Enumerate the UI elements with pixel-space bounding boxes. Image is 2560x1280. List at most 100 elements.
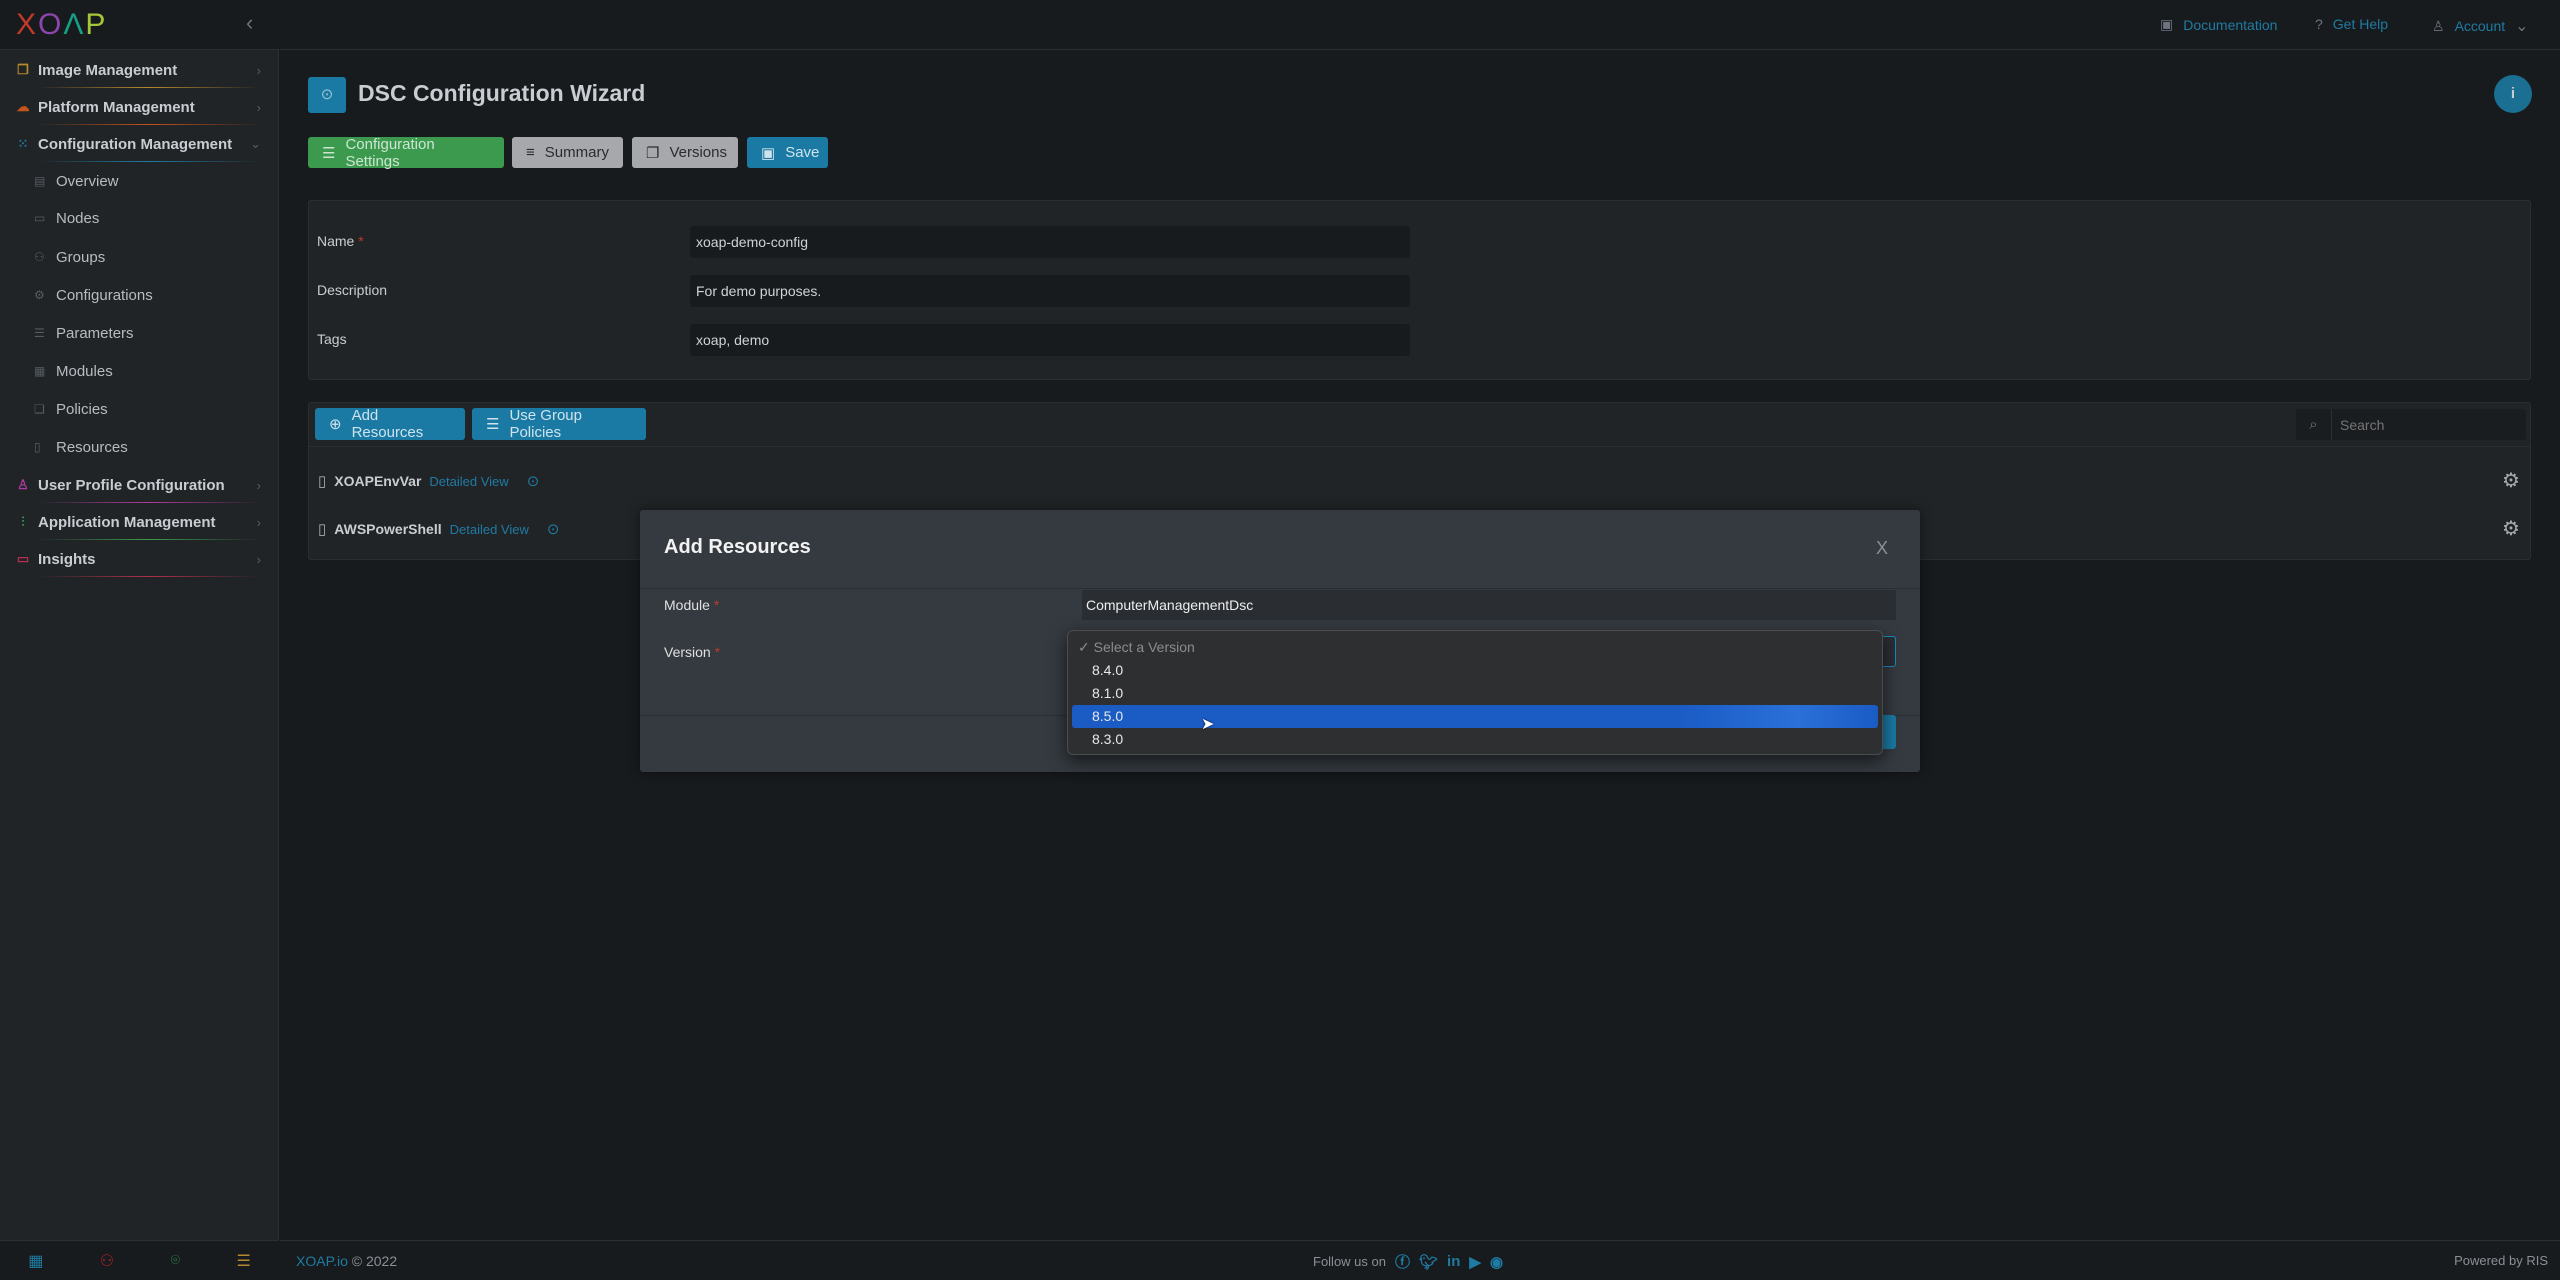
cloud-icon: ☁ (16, 99, 30, 114)
back-button[interactable]: ⊙ (308, 77, 346, 113)
chevron-circle-icon[interactable]: ⊙ (547, 520, 560, 538)
twitter-icon[interactable]: 🐦︎ (1419, 1253, 1438, 1271)
dashboard-icon[interactable]: ▦ (28, 1251, 43, 1271)
xoap-link[interactable]: XOAP.io (296, 1253, 348, 1269)
tab-versions[interactable]: ❐ Versions (632, 137, 738, 168)
add-resources-button[interactable]: ⊕ Add Resources (315, 407, 465, 441)
dropdown-option[interactable]: 8.1.0 (1072, 682, 1878, 705)
sidebar-item-policies[interactable]: ❏ Policies (0, 392, 279, 426)
powered-by: Powered by RIS (2454, 1253, 2548, 1268)
dropdown-option[interactable]: 8.3.0 (1072, 728, 1878, 751)
sidebar-item-label: Overview (56, 172, 119, 190)
sidebar-item-image-management[interactable]: ❐ Image Management › (0, 52, 279, 88)
list-icon: ☰ (34, 326, 45, 340)
copy-icon: ❐ (646, 144, 660, 162)
divider (38, 576, 259, 577)
account-label: Account (2454, 18, 2506, 34)
use-group-policies-button[interactable]: ☰ Use Group Policies (472, 407, 646, 441)
sidebar-item-label: Configurations (56, 286, 153, 304)
sidebar-item-parameters[interactable]: ☰ Parameters (0, 316, 279, 350)
logo-bar: XOΛP ‹ (0, 0, 279, 50)
detailed-view-link[interactable]: Detailed View (450, 522, 529, 537)
sidebar-item-label: Modules (56, 362, 113, 380)
description-input[interactable]: For demo purposes. (690, 275, 1410, 307)
sitemap-icon: ⫶ (21, 514, 25, 529)
search-input[interactable] (2332, 409, 2526, 440)
copyright: XOAP.io © 2022 (296, 1253, 398, 1269)
chevron-right-icon: › (256, 551, 261, 567)
sidebar-item-nodes[interactable]: ▭ Nodes (0, 201, 279, 235)
sidebar-item-resources[interactable]: ▯ Resources (0, 430, 279, 464)
images-icon: ❐ (17, 62, 29, 77)
save-button[interactable]: ▣ Save (747, 137, 828, 168)
name-label: Name * (317, 233, 364, 249)
file-icon: ▯ (34, 440, 41, 454)
gear-icon[interactable]: ⚙ (2502, 516, 2520, 541)
sidebar-bottom-bar: ▦ ⚇ ⌾ ☰ (0, 1240, 279, 1280)
collapse-sidebar-icon[interactable]: ‹ (246, 10, 253, 36)
dropdown-option-highlighted[interactable]: 8.5.0 (1072, 705, 1878, 728)
info-button[interactable]: i (2494, 75, 2532, 113)
account-menu[interactable]: ♙ Account ⌄ (2432, 16, 2529, 36)
sidebar-item-label: Configuration Management (38, 135, 233, 153)
help-bubble-icon: ? (2315, 16, 2323, 32)
dropdown-option-placeholder[interactable]: ✓ Select a Version (1072, 636, 1878, 659)
divider (38, 87, 259, 88)
search-icon: ⌕ (2296, 409, 2332, 440)
sidebar-item-label: Groups (56, 248, 106, 266)
sidebar-item-label: Resources (56, 438, 128, 456)
divider (309, 446, 2530, 447)
tags-input[interactable]: xoap, demo (690, 324, 1410, 356)
sidebar-item-user-profile-configuration[interactable]: ♙ User Profile Configuration › (0, 467, 279, 503)
sidebar-item-label: Nodes (56, 209, 100, 227)
resource-name: XOAPEnvVar (334, 473, 422, 489)
sidebar-item-application-management[interactable]: ⫶ Application Management › (0, 504, 279, 540)
sidebar-item-groups[interactable]: ⚇ Groups (0, 240, 279, 274)
documentation-link[interactable]: ▣ Documentation (2160, 16, 2277, 33)
sidebar-item-insights[interactable]: ▭ Insights › (0, 541, 279, 577)
layout-icon: ▤ (34, 174, 46, 188)
module-input[interactable]: ComputerManagementDsc (1082, 590, 1896, 620)
tab-configuration-settings[interactable]: ☰ Configuration Settings (308, 136, 504, 170)
xoap-logo[interactable]: XOΛP (16, 8, 107, 42)
linkedin-icon[interactable]: in (1447, 1253, 1460, 1270)
tags-label: Tags (317, 331, 347, 347)
tab-summary[interactable]: ≡ Summary (512, 137, 623, 168)
sidebar-item-label: Parameters (56, 324, 134, 342)
location-pin-icon[interactable]: ⌾ (170, 1252, 180, 1270)
modal-title: Add Resources (664, 536, 811, 558)
resource-row: ▯ AWSPowerShell Detailed View ⊙ (318, 520, 559, 538)
users-icon: ⚇ (34, 250, 45, 264)
footer: XOAP.io © 2022 Follow us on ⓕ 🐦︎ in ▶ ◉ … (280, 1240, 2560, 1280)
users-icon[interactable]: ⚇ (100, 1251, 114, 1271)
social-links: Follow us on ⓕ 🐦︎ in ▶ ◉ (1313, 1251, 1503, 1272)
detailed-view-link[interactable]: Detailed View (429, 474, 508, 489)
tab-label: Summary (544, 144, 609, 161)
sidebar-item-label: Policies (56, 400, 108, 418)
facebook-icon[interactable]: ⓕ (1395, 1251, 1410, 1272)
chevron-right-icon: › (256, 477, 261, 493)
get-help-link[interactable]: ? Get Help (2315, 16, 2388, 32)
sidebar-item-configurations[interactable]: ⚙ Configurations (0, 278, 279, 312)
resource-row: ▯ XOAPEnvVar Detailed View ⊙ (318, 472, 539, 490)
sidebar-item-platform-management[interactable]: ☁ Platform Management › (0, 89, 279, 125)
sidebar-item-label: Insights (38, 550, 96, 568)
version-label: Version * (664, 644, 721, 660)
name-input[interactable]: xoap-demo-config (690, 226, 1410, 258)
list-icon[interactable]: ☰ (236, 1251, 250, 1271)
youtube-icon[interactable]: ▶ (1469, 1253, 1481, 1271)
close-icon[interactable]: X (1876, 538, 1888, 559)
tab-label: Versions (669, 144, 727, 161)
chevron-circle-icon[interactable]: ⊙ (527, 472, 540, 490)
mouse-cursor-icon: ➤ (1201, 716, 1215, 733)
github-icon[interactable]: ◉ (1490, 1253, 1503, 1271)
laptop-icon: ▭ (34, 211, 46, 225)
sidebar-item-configuration-management[interactable]: ⁙ Configuration Management ⌄ (0, 126, 279, 162)
sidebar-item-overview[interactable]: ▤ Overview (0, 164, 279, 198)
sidebar-item-modules[interactable]: ▦ Modules (0, 354, 279, 388)
save-label: Save (785, 144, 820, 161)
search-box: ⌕ (2296, 409, 2526, 440)
chevron-right-icon: › (256, 62, 261, 78)
dropdown-option[interactable]: 8.4.0 (1072, 659, 1878, 682)
gear-icon[interactable]: ⚙ (2502, 468, 2520, 493)
